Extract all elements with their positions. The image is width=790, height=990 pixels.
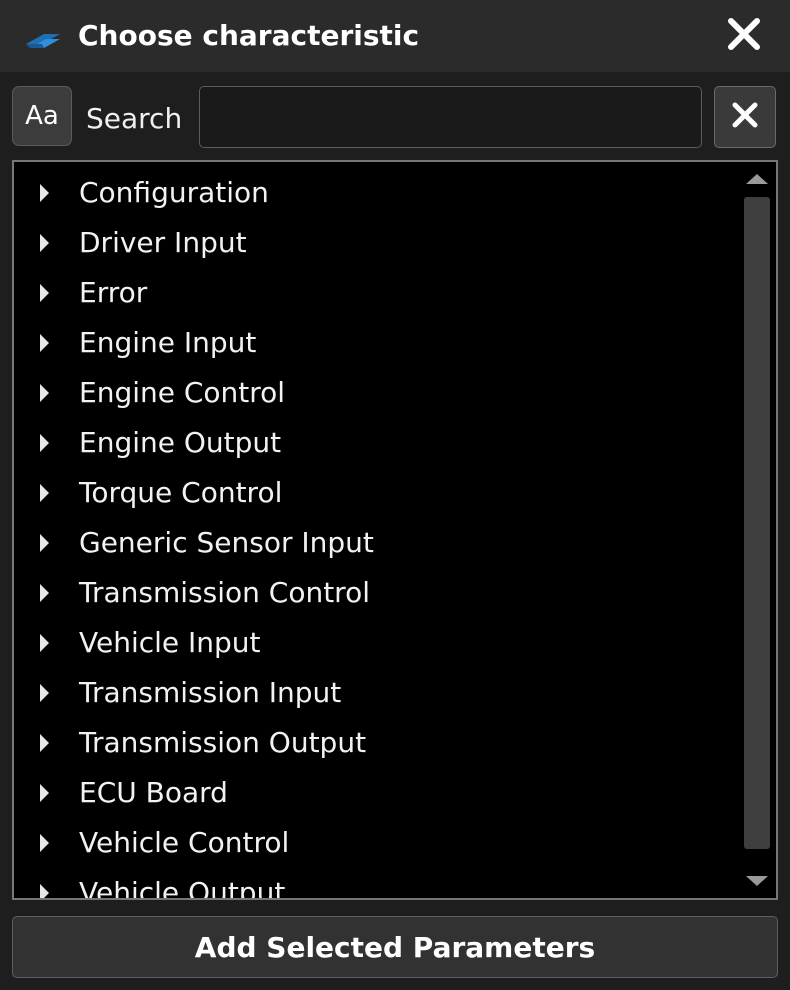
characteristic-tree: Configuration Driver Input Error Engine … (12, 160, 778, 900)
tree-item-ecu-board[interactable]: ECU Board (14, 768, 734, 818)
tree-item-label: Vehicle Control (79, 826, 290, 859)
scroll-down-arrow-icon[interactable] (746, 876, 768, 886)
caret-right-icon[interactable] (40, 734, 49, 752)
tree-item-label: Vehicle Input (79, 626, 261, 659)
tree-item-transmission-input[interactable]: Transmission Input (14, 668, 734, 718)
tree-item-label: Transmission Control (79, 576, 370, 609)
tree-item-generic-sensor-input[interactable]: Generic Sensor Input (14, 518, 734, 568)
vertical-scrollbar[interactable] (738, 162, 776, 898)
tree-item-label: Engine Output (79, 426, 282, 459)
tree-item-label: Engine Control (79, 376, 286, 409)
scrollbar-thumb[interactable] (744, 197, 770, 849)
tree-item-label: Error (79, 276, 148, 309)
dialog-title: Choose characteristic (78, 19, 420, 52)
caret-right-icon[interactable] (40, 784, 49, 802)
tree-item-label: Transmission Output (79, 726, 367, 759)
tree-item-vehicle-control[interactable]: Vehicle Control (14, 818, 734, 868)
caret-right-icon[interactable] (40, 284, 49, 302)
caret-right-icon[interactable] (40, 584, 49, 602)
caret-right-icon[interactable] (40, 684, 49, 702)
match-case-toggle[interactable]: Aa (12, 86, 72, 146)
tree-item-label: Torque Control (79, 476, 283, 509)
tree-item-error[interactable]: Error (14, 268, 734, 318)
tree-list: Configuration Driver Input Error Engine … (14, 162, 734, 898)
tree-item-configuration[interactable]: Configuration (14, 168, 734, 218)
tree-item-label: Engine Input (79, 326, 257, 359)
caret-right-icon[interactable] (40, 634, 49, 652)
title-bar: Choose characteristic (0, 0, 790, 72)
tree-item-engine-output[interactable]: Engine Output (14, 418, 734, 468)
caret-right-icon[interactable] (40, 334, 49, 352)
tree-item-label: Transmission Input (79, 676, 342, 709)
caret-right-icon[interactable] (40, 434, 49, 452)
close-icon (732, 102, 758, 132)
close-button[interactable] (714, 8, 774, 64)
caret-right-icon[interactable] (40, 384, 49, 402)
tree-item-label: Configuration (79, 176, 269, 209)
tree-item-vehicle-output[interactable]: Vehicle Output (14, 868, 734, 898)
tree-item-engine-input[interactable]: Engine Input (14, 318, 734, 368)
caret-right-icon[interactable] (40, 834, 49, 852)
tree-item-label: ECU Board (79, 776, 228, 809)
caret-right-icon[interactable] (40, 484, 49, 502)
add-selected-parameters-button[interactable]: Add Selected Parameters (12, 916, 778, 978)
close-icon (727, 17, 761, 55)
tree-item-label: Generic Sensor Input (79, 526, 374, 559)
caret-right-icon[interactable] (40, 184, 49, 202)
tree-item-engine-control[interactable]: Engine Control (14, 368, 734, 418)
caret-right-icon[interactable] (40, 534, 49, 552)
caret-right-icon[interactable] (40, 234, 49, 252)
tree-item-transmission-output[interactable]: Transmission Output (14, 718, 734, 768)
scroll-up-arrow-icon[interactable] (746, 174, 768, 184)
clear-search-button[interactable] (714, 86, 776, 148)
choose-characteristic-dialog: Choose characteristic Aa Search Configur… (0, 0, 790, 990)
tree-item-transmission-control[interactable]: Transmission Control (14, 568, 734, 618)
search-input[interactable] (199, 86, 702, 148)
search-label: Search (86, 102, 183, 135)
app-logo-icon (24, 24, 62, 52)
tree-item-driver-input[interactable]: Driver Input (14, 218, 734, 268)
tree-item-vehicle-input[interactable]: Vehicle Input (14, 618, 734, 668)
tree-item-label: Vehicle Output (79, 876, 286, 898)
caret-right-icon[interactable] (40, 884, 49, 898)
tree-item-label: Driver Input (79, 226, 247, 259)
tree-item-torque-control[interactable]: Torque Control (14, 468, 734, 518)
